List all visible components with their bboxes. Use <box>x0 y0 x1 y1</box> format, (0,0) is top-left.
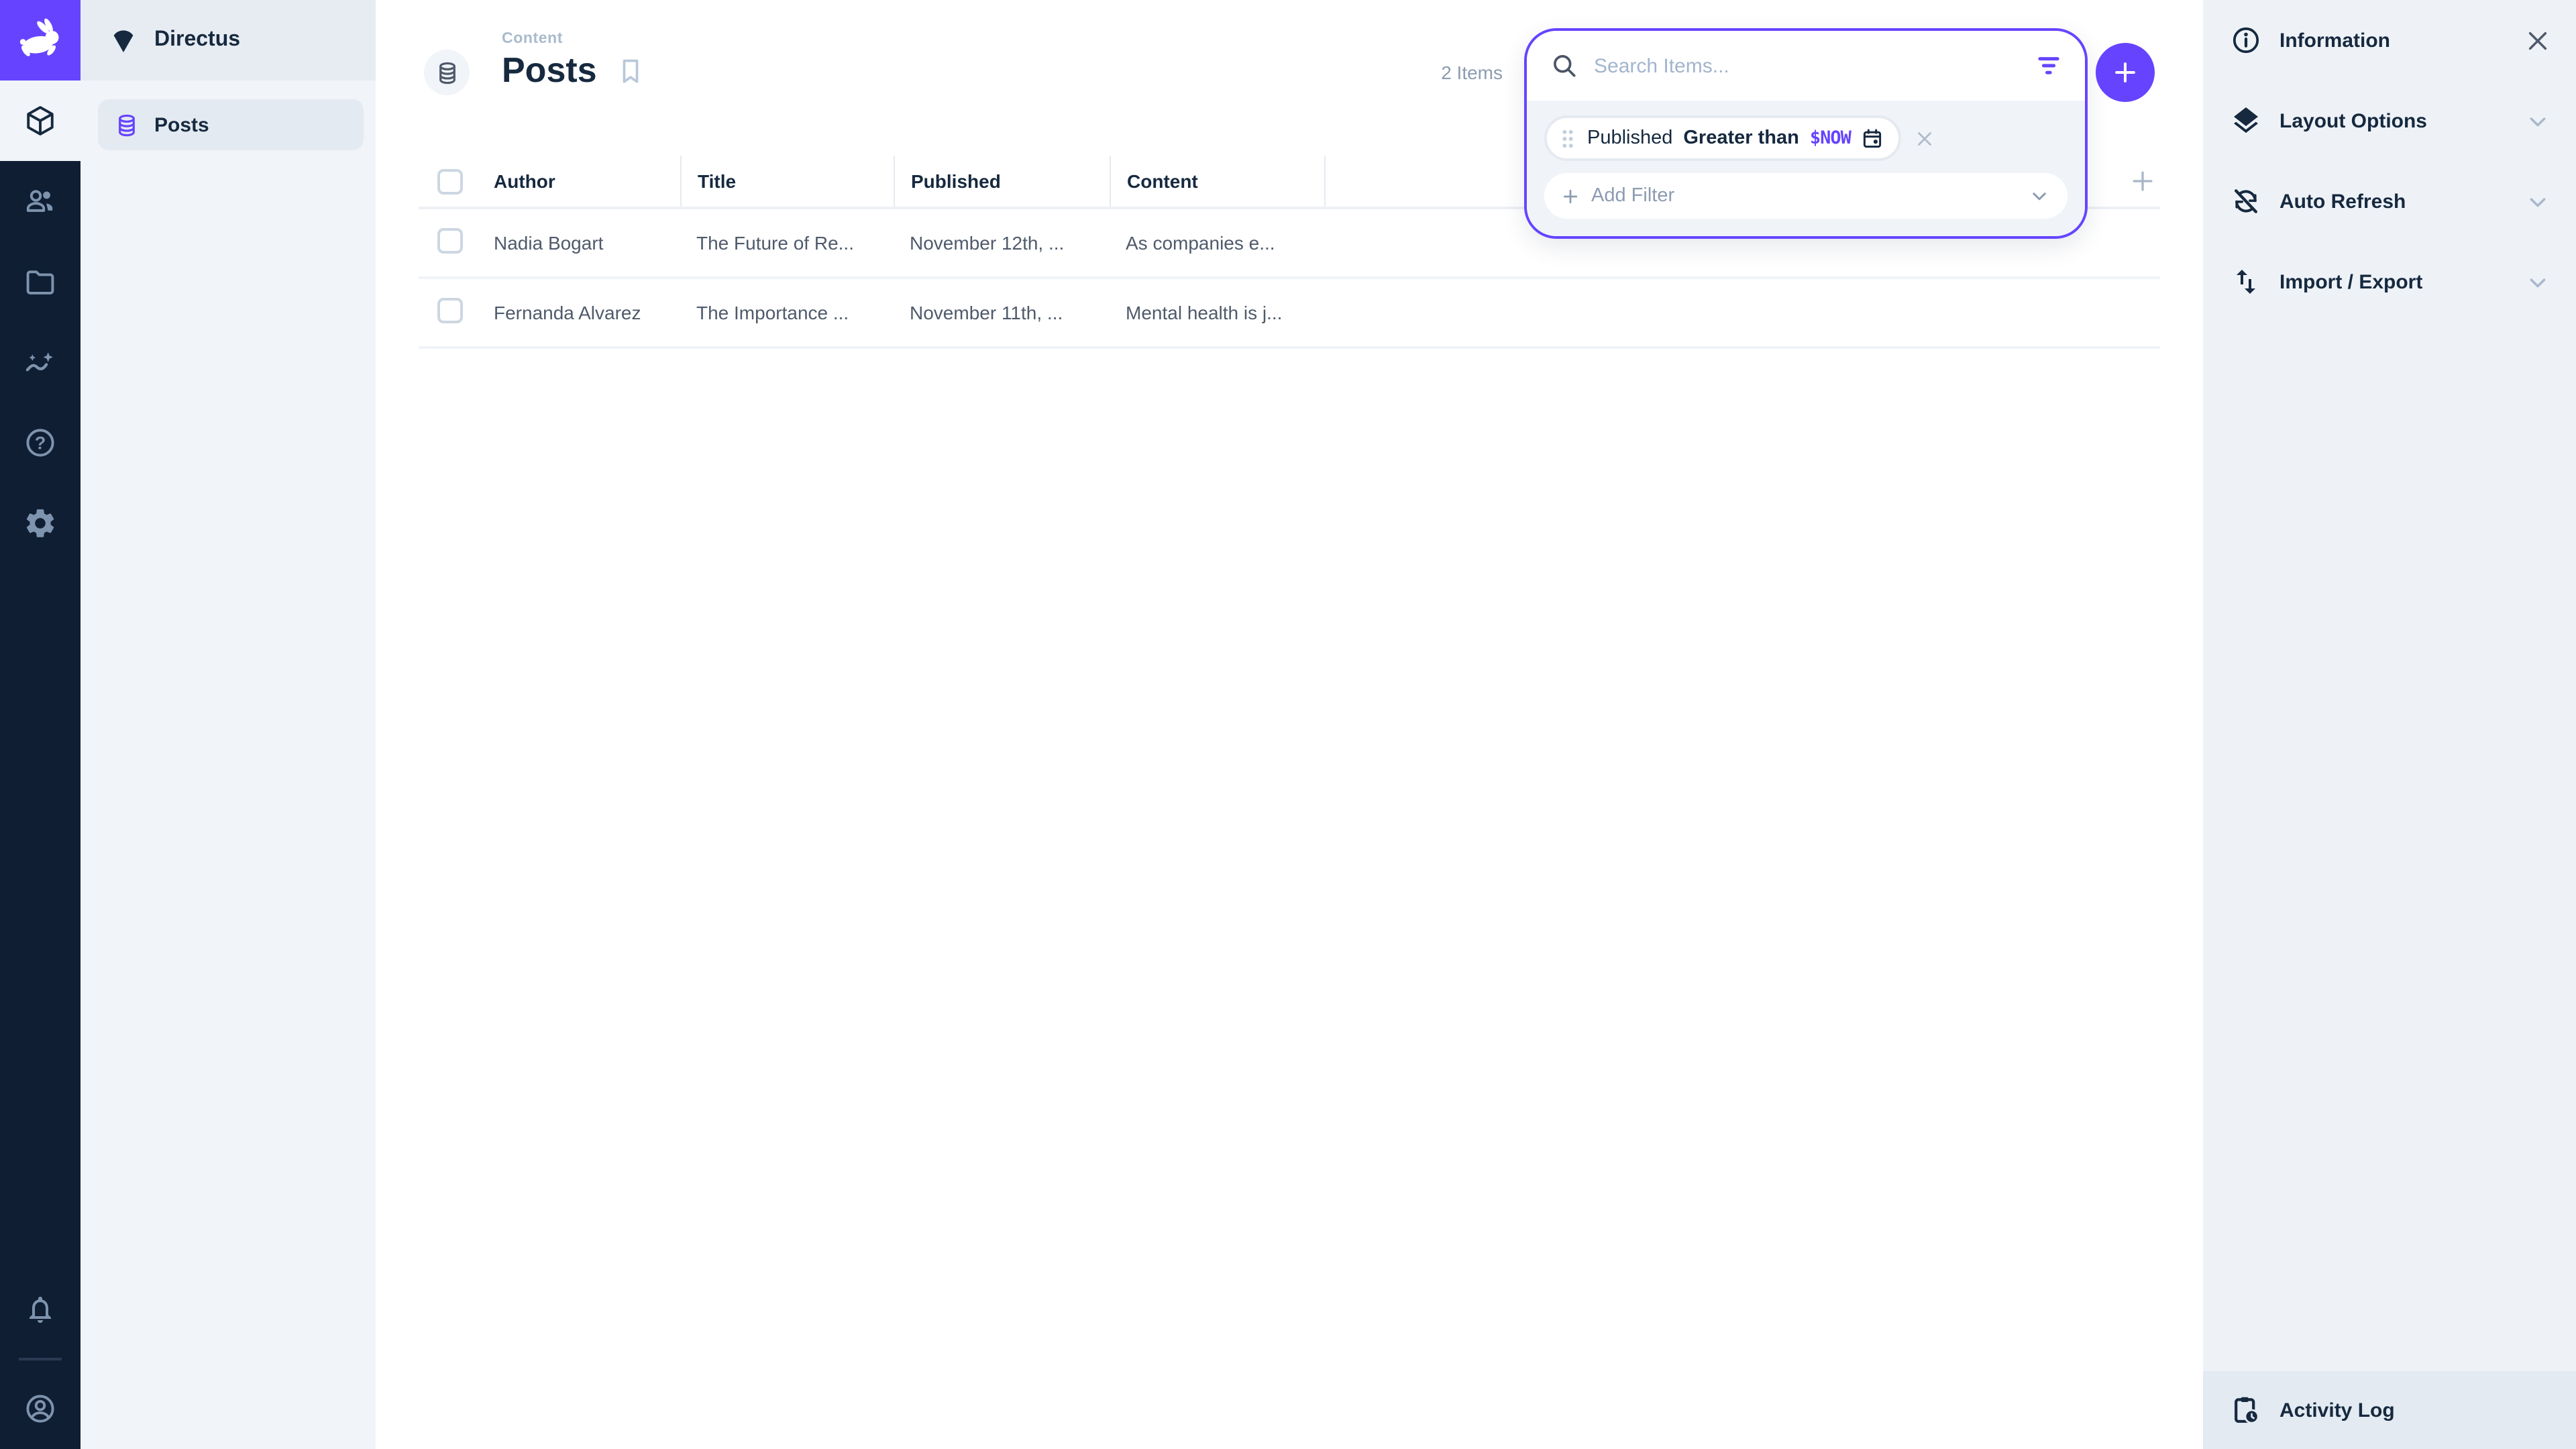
project-header[interactable]: Directus <box>80 0 376 80</box>
directus-rabbit-icon <box>13 13 67 67</box>
user-menu-button[interactable] <box>0 1368 80 1449</box>
collection-icon-circle <box>424 50 470 95</box>
user-avatar-icon <box>23 1391 58 1426</box>
sidebar-item-import-export[interactable]: Import / Export <box>2203 241 2576 322</box>
swap-vert-icon <box>2230 266 2262 298</box>
chevron-down-icon[interactable] <box>2524 268 2552 296</box>
module-insights[interactable] <box>0 322 80 402</box>
table-row[interactable]: Fernanda Alvarez The Importance ... Nove… <box>419 279 2160 349</box>
module-files[interactable] <box>0 241 80 322</box>
filter-operator: Greater than <box>1683 127 1799 149</box>
add-column-button[interactable] <box>2128 166 2157 196</box>
help-icon: ? <box>23 425 58 460</box>
main-content: Content Posts 2 Items Author Ti <box>376 0 2203 1449</box>
filter-value: $NOW <box>1810 127 1851 149</box>
column-header-published[interactable]: Published <box>894 156 1110 207</box>
column-header-content[interactable]: Content <box>1110 156 1324 207</box>
module-settings[interactable] <box>0 483 80 564</box>
row-checkbox[interactable] <box>437 298 463 323</box>
sidebar-item-layout-options[interactable]: Layout Options <box>2203 80 2576 161</box>
sidebar-item-auto-refresh[interactable]: Auto Refresh <box>2203 161 2576 241</box>
sidebar-item-label: Layout Options <box>2279 109 2506 132</box>
breadcrumb[interactable]: Content <box>502 31 645 47</box>
bookmark-icon[interactable] <box>616 56 645 86</box>
cell-author: Fernanda Alvarez <box>478 302 680 323</box>
database-icon <box>114 112 140 138</box>
svg-text:?: ? <box>35 433 46 453</box>
notifications-button[interactable] <box>0 1269 80 1350</box>
cube-icon <box>23 103 58 138</box>
row-checkbox[interactable] <box>437 228 463 254</box>
add-filter-button[interactable]: Add Filter <box>1544 173 2068 219</box>
module-users[interactable] <box>0 161 80 241</box>
cell-title: The Importance ... <box>680 302 894 323</box>
cell-published: November 12th, ... <box>894 232 1110 254</box>
drag-handle-icon[interactable] <box>1559 127 1576 150</box>
project-fan-icon <box>107 24 140 56</box>
bell-icon <box>24 1293 56 1326</box>
filter-pill[interactable]: Published Greater than $NOW <box>1544 115 1902 161</box>
items-count: 2 Items <box>1441 0 1503 145</box>
module-bar-divider <box>19 1358 62 1360</box>
sidebar-item-label: Information <box>2279 29 2506 52</box>
column-header-title[interactable]: Title <box>680 156 894 207</box>
database-icon <box>434 60 460 85</box>
folder-icon <box>23 264 58 299</box>
nav-item-posts[interactable]: Posts <box>98 99 364 150</box>
right-sidebar: Information Layout Options Auto Refres <box>2203 0 2576 1449</box>
activity-log-icon <box>2230 1394 2262 1426</box>
cell-author: Nadia Bogart <box>478 232 680 254</box>
remove-filter-icon[interactable] <box>1914 127 1937 150</box>
info-icon <box>2230 24 2262 56</box>
close-icon[interactable] <box>2524 26 2552 54</box>
search-row <box>1527 31 2085 101</box>
directus-logo-button[interactable] <box>0 0 80 80</box>
sync-disabled-icon <box>2230 185 2262 217</box>
column-header-author[interactable]: Author <box>478 156 680 207</box>
chevron-down-icon[interactable] <box>2524 107 2552 135</box>
select-all-checkbox[interactable] <box>437 168 463 194</box>
sidebar-footer-label: Activity Log <box>2279 1399 2549 1421</box>
sidebar-item-activity-log[interactable]: Activity Log <box>2203 1371 2576 1449</box>
search-filter-panel: Published Greater than $NOW <box>1524 28 2088 239</box>
plus-icon <box>1560 186 1580 206</box>
module-help[interactable]: ? <box>0 402 80 483</box>
cell-content: Mental health is j... <box>1110 302 1324 323</box>
plus-icon <box>2128 166 2157 196</box>
chart-sparkle-icon <box>23 345 58 380</box>
calendar-icon <box>1862 127 1884 150</box>
add-filter-label: Add Filter <box>1591 185 1674 207</box>
cell-title: The Future of Re... <box>680 232 894 254</box>
module-content[interactable] <box>0 80 80 161</box>
sidebar-item-label: Auto Refresh <box>2279 190 2506 213</box>
filter-list-icon[interactable] <box>2034 51 2063 80</box>
cell-content: As companies e... <box>1110 232 1324 254</box>
people-icon <box>23 184 58 219</box>
page-title: Posts <box>502 50 597 90</box>
filter-body: Published Greater than $NOW <box>1527 101 2085 236</box>
module-bar: ? <box>0 0 80 1449</box>
nav-sidebar: Directus Posts <box>80 0 376 1449</box>
plus-icon <box>2110 58 2140 87</box>
nav-item-label: Posts <box>154 113 209 136</box>
gear-icon <box>23 506 58 541</box>
chevron-down-icon[interactable] <box>2524 187 2552 215</box>
layers-icon <box>2230 105 2262 137</box>
sidebar-item-label: Import / Export <box>2279 270 2506 293</box>
cell-published: November 11th, ... <box>894 302 1110 323</box>
chevron-down-icon <box>2027 184 2051 208</box>
app-root: ? Directus <box>0 0 2576 1449</box>
title-block: Content Posts <box>502 31 645 90</box>
create-item-button[interactable] <box>2096 43 2155 102</box>
filter-field: Published <box>1587 127 1672 149</box>
search-input[interactable] <box>1594 54 2019 77</box>
search-icon <box>1550 51 1579 80</box>
project-name: Directus <box>154 28 240 52</box>
sidebar-item-information[interactable]: Information <box>2203 0 2576 80</box>
